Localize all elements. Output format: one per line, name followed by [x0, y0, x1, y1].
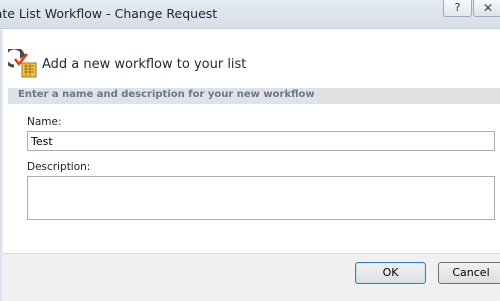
title-bar: eate List Workflow - Change Request ? ✕ — [0, 0, 500, 29]
help-button[interactable]: ? — [443, 0, 472, 17]
description-input[interactable] — [27, 176, 495, 220]
window-title: eate List Workflow - Change Request — [0, 6, 218, 21]
cancel-button[interactable]: Cancel — [438, 262, 500, 284]
section-header: Enter a name and description for your ne… — [8, 88, 500, 104]
close-button[interactable]: ✕ — [473, 0, 500, 17]
description-label: Description: — [27, 161, 91, 173]
page-title: Add a new workflow to your list — [42, 57, 247, 72]
workflow-icon — [8, 49, 37, 78]
name-label: Name: — [27, 116, 62, 128]
ok-button[interactable]: OK — [355, 262, 426, 284]
name-input[interactable] — [27, 131, 495, 151]
section-heading: Enter a name and description for your ne… — [18, 89, 315, 100]
